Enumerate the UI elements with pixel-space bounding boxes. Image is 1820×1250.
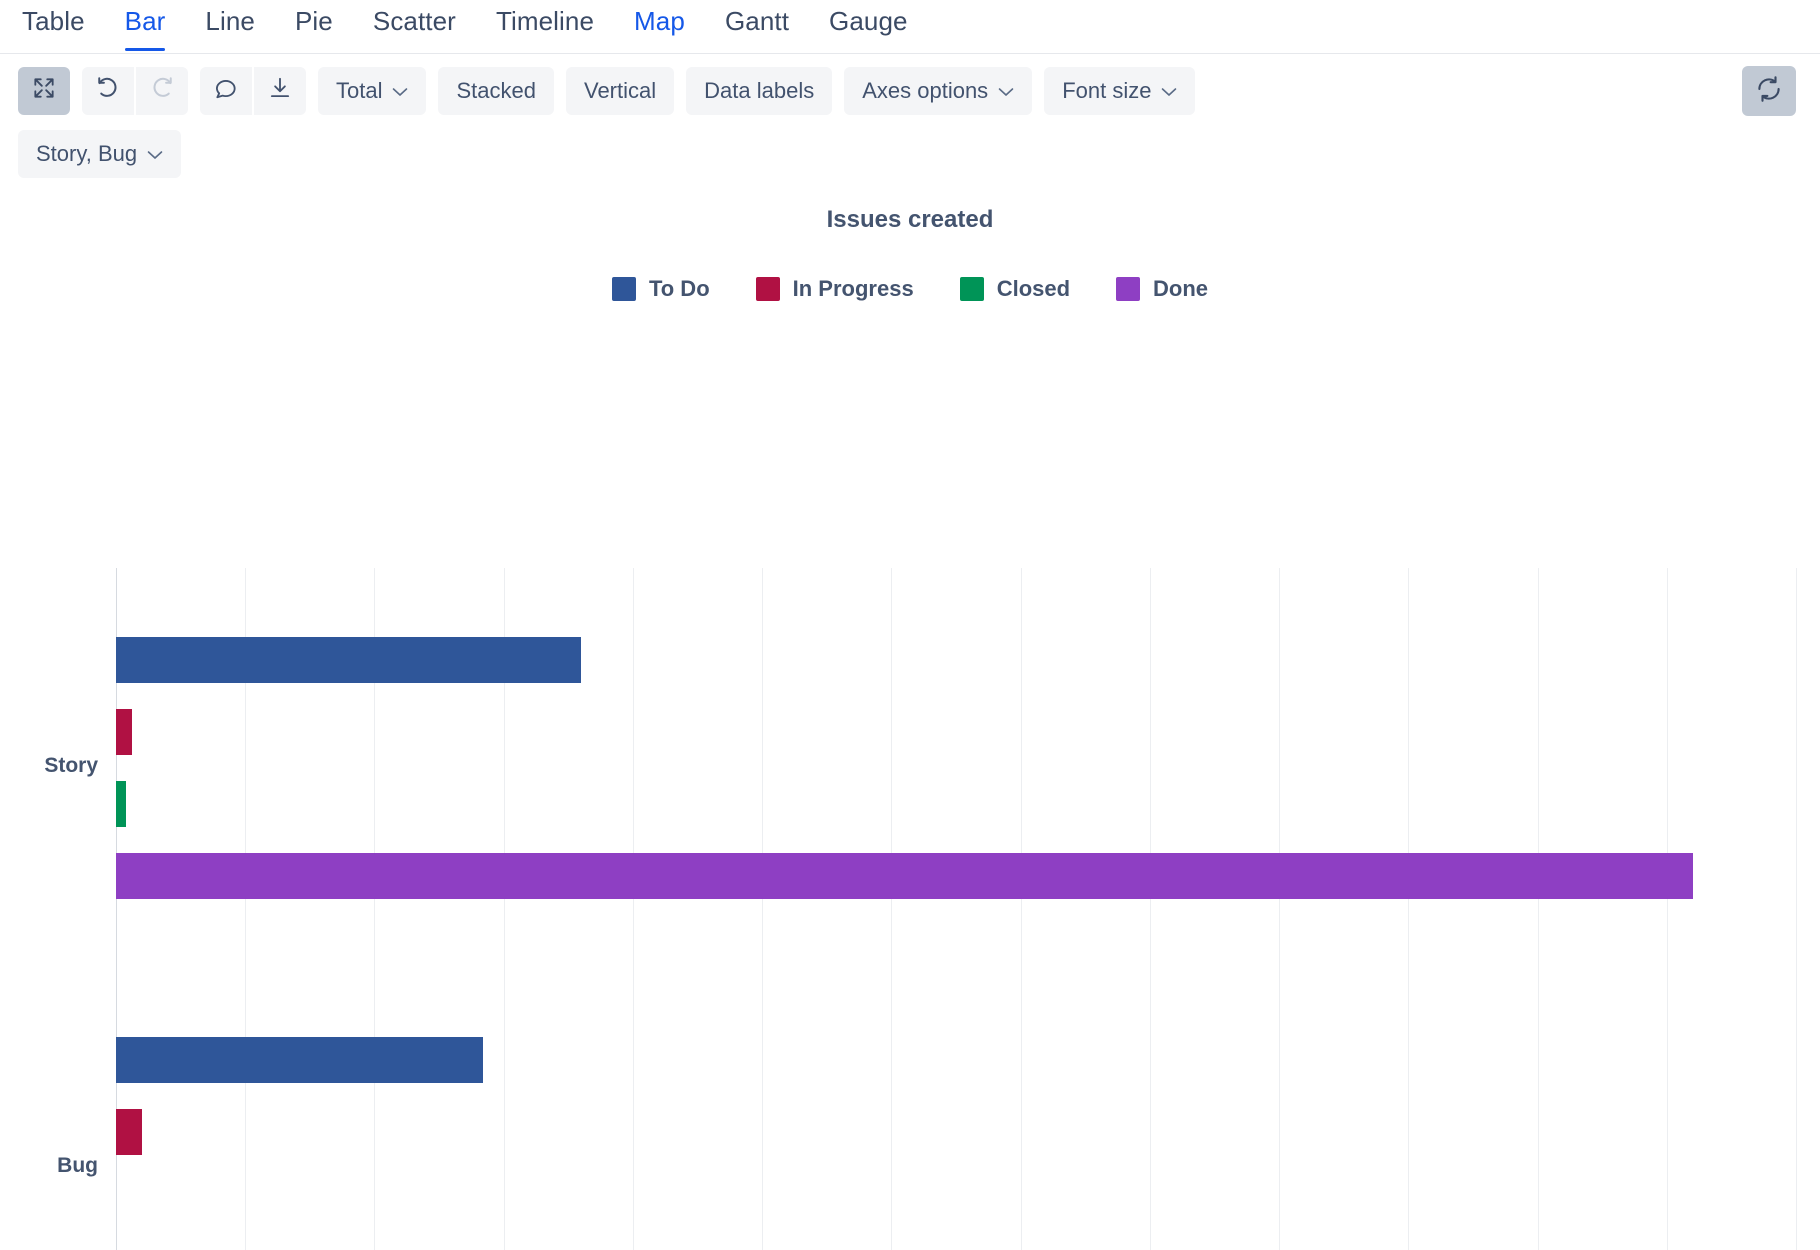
chevron-down-icon: [1161, 85, 1177, 100]
refresh-button[interactable]: [1742, 66, 1796, 116]
redo-button[interactable]: [136, 67, 188, 115]
vertical-label: Vertical: [583, 78, 657, 103]
issue-types-label: Story, Bug: [36, 141, 138, 166]
bar-story-in-progress[interactable]: [116, 709, 132, 755]
font-size-dropdown[interactable]: Font size: [1044, 67, 1196, 115]
tab-gauge[interactable]: Gauge: [829, 0, 908, 51]
y-axis-category-label: Bug: [57, 1154, 98, 1177]
chart-toolbar: Total Stacked Vertical Data labels Axes …: [0, 54, 1820, 116]
bar-story-done[interactable]: [116, 853, 1693, 899]
stacked-button[interactable]: Stacked: [438, 67, 554, 115]
tab-map[interactable]: Map: [634, 0, 685, 51]
legend-item-in-progress[interactable]: In Progress: [755, 276, 914, 302]
gridline: [1279, 568, 1281, 1250]
comment-icon: [213, 75, 239, 107]
gridline: [632, 568, 634, 1250]
axes-options-label: Axes options: [862, 78, 989, 103]
legend-swatch-icon: [755, 277, 780, 301]
legend-swatch-icon: [959, 277, 984, 301]
axes-options-dropdown[interactable]: Axes options: [844, 67, 1033, 115]
gridline: [1796, 568, 1797, 1250]
redo-icon: [148, 74, 176, 108]
chart-legend: To Do In Progress Closed Done: [0, 276, 1820, 302]
tab-bar[interactable]: Bar: [124, 0, 166, 51]
legend-label: Done: [1153, 276, 1209, 301]
total-dropdown[interactable]: Total: [318, 67, 427, 115]
filter-bar: Story, Bug: [0, 116, 1820, 178]
tab-line[interactable]: Line: [205, 0, 255, 51]
undo-icon: [94, 74, 122, 108]
refresh-icon: [1754, 74, 1784, 109]
legend-swatch-icon: [611, 277, 636, 301]
gridline: [891, 568, 893, 1250]
chart-plot: 0255075100125150175200225250275300325Sto…: [44, 568, 1797, 1250]
download-icon: [267, 75, 293, 107]
history-button-group: [82, 67, 188, 115]
tab-gantt[interactable]: Gantt: [725, 0, 789, 51]
expand-icon: [31, 75, 57, 107]
bar-story-to-do[interactable]: [116, 637, 582, 683]
y-axis-category-label: Story: [44, 754, 98, 777]
annotate-export-group: [200, 67, 306, 115]
tab-pie[interactable]: Pie: [295, 0, 333, 51]
total-label: Total: [336, 78, 383, 103]
issue-types-dropdown[interactable]: Story, Bug: [18, 130, 182, 178]
legend-item-to-do[interactable]: To Do: [611, 276, 710, 302]
tab-timeline[interactable]: Timeline: [496, 0, 594, 51]
chart-page: Table Bar Line Pie Scatter Timeline Map Gantt Ga…: [0, 0, 1820, 1250]
chevron-down-icon: [147, 148, 163, 163]
gridline: [1666, 568, 1668, 1250]
tab-table[interactable]: Table: [22, 0, 85, 51]
chart-type-tabbar: Table Bar Line Pie Scatter Timeline Map Gantt Ga…: [0, 0, 1820, 54]
gridline: [1020, 568, 1022, 1250]
gridline: [762, 568, 764, 1250]
download-button[interactable]: [254, 67, 306, 115]
legend-label: To Do: [648, 276, 710, 301]
data-labels-label: Data labels: [704, 78, 815, 103]
bar-bug-to-do[interactable]: [116, 1037, 483, 1083]
chart-area: Issues created To Do In Progress Closed Don…: [0, 206, 1820, 1250]
font-size-label: Font size: [1062, 78, 1152, 103]
chevron-down-icon: [392, 85, 408, 100]
undo-button[interactable]: [82, 67, 134, 115]
vertical-button[interactable]: Vertical: [565, 67, 675, 115]
gridline: [1408, 568, 1410, 1250]
tab-scatter[interactable]: Scatter: [373, 0, 456, 51]
comment-button[interactable]: [200, 67, 252, 115]
chevron-down-icon: [998, 85, 1014, 100]
gridline: [1537, 568, 1539, 1250]
legend-label: Closed: [996, 276, 1071, 301]
data-labels-button[interactable]: Data labels: [686, 67, 833, 115]
legend-swatch-icon: [1116, 277, 1141, 301]
legend-label: In Progress: [792, 276, 914, 301]
legend-item-done[interactable]: Done: [1116, 276, 1208, 302]
stacked-label: Stacked: [456, 78, 536, 103]
legend-item-closed[interactable]: Closed: [959, 276, 1071, 302]
expand-button[interactable]: [18, 67, 70, 115]
gridline: [1149, 568, 1151, 1250]
bar-bug-in-progress[interactable]: [116, 1109, 142, 1155]
chart-title: Issues created: [826, 206, 994, 233]
bar-story-closed[interactable]: [116, 781, 127, 827]
